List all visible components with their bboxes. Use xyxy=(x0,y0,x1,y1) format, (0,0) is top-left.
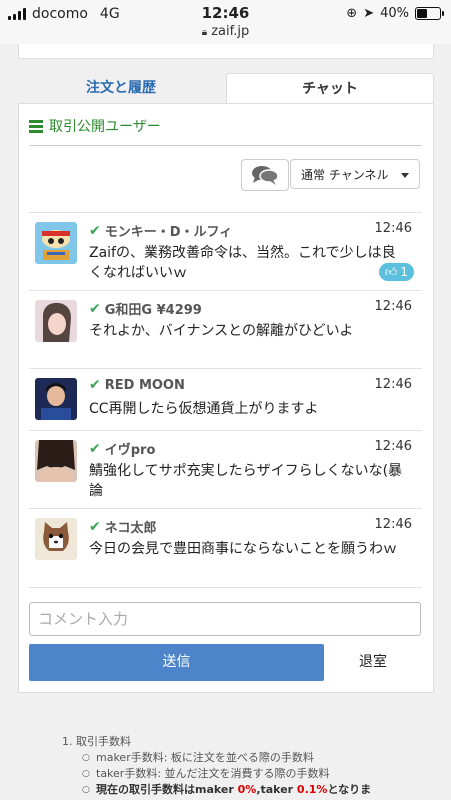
caret-down-icon xyxy=(401,173,409,178)
fee-heading: 1. 取引手数料 xyxy=(62,735,131,748)
avatar[interactable] xyxy=(35,378,77,420)
status-icons: ⊕ ➤ 40% xyxy=(346,6,444,21)
address-url: zaif.jp xyxy=(211,24,250,39)
message-author[interactable]: ✔ G和田G ¥4299 xyxy=(89,299,202,319)
check-icon: ✔ xyxy=(89,222,101,239)
check-icon: ✔ xyxy=(89,440,101,457)
maker-fee-note: maker手数料: 板に注文を並べる際の手数料 xyxy=(62,750,371,766)
message-text: それよか、バイナンスとの解離がひどいよ xyxy=(89,323,354,339)
divider xyxy=(29,145,422,146)
avatar[interactable] xyxy=(35,222,77,264)
message-time: 12:46 xyxy=(374,221,412,236)
author-name: RED MOON xyxy=(104,377,185,393)
fee-info: 1. 取引手数料 maker手数料: 板に注文を並べる際の手数料 taker手数… xyxy=(62,734,371,798)
battery-percent: 40% xyxy=(380,6,409,21)
message-author[interactable]: ✔ ネコ太郎 xyxy=(89,517,157,537)
send-button[interactable]: 送信 xyxy=(29,644,324,681)
maker-rate: 0% xyxy=(237,783,257,796)
public-users-link[interactable]: 取引公開ユーザー xyxy=(29,116,161,136)
author-name: ネコ太郎 xyxy=(104,521,157,536)
check-icon: ✔ xyxy=(89,300,101,317)
list-item: ✔ イヴpro 12:46 鯖強化してサポ充実したらザイフらしくないな(暴論 xyxy=(29,430,422,509)
check-icon: ✔ xyxy=(89,518,101,535)
avatar[interactable] xyxy=(35,518,77,560)
chat-panel: 取引公開ユーザー 通常 チャンネル ✔ モンキー・D・ルフィ 12:46 Zai… xyxy=(18,103,434,693)
author-name: G和田G ¥4299 xyxy=(104,303,202,318)
tab-bar: 注文と履歴 チャット xyxy=(18,73,434,104)
channel-select[interactable]: 通常 チャンネル xyxy=(290,159,420,189)
rotation-lock-icon: ⊕ xyxy=(346,6,358,21)
message-text: CC再開したら仮想通貨上がりますよ xyxy=(89,401,319,417)
author-name: モンキー・D・ルフィ xyxy=(104,225,233,240)
location-icon: ➤ xyxy=(363,6,375,21)
avatar[interactable] xyxy=(35,440,77,482)
fee-prefix: 現在の取引手数料はmaker xyxy=(96,783,238,796)
list-item: ✔ ネコ太郎 12:46 今日の会見で豊田商事にならないことを願うわｗ xyxy=(29,508,422,588)
current-fee-note: 現在の取引手数料はmaker 0%,taker 0.1%となりま xyxy=(62,782,371,798)
message-time: 12:46 xyxy=(374,517,412,532)
tab-orders-history[interactable]: 注文と履歴 xyxy=(18,73,224,103)
list-item: ✔ G和田G ¥4299 12:46 それよか、バイナンスとの解離がひどいよ xyxy=(29,290,422,369)
previous-panel-edge xyxy=(18,44,434,59)
comment-input[interactable] xyxy=(29,602,421,636)
message-text: Zaifの、業務改善命令は、当然。これで少しは良くなればいいｗ xyxy=(89,245,396,281)
author-name: イヴpro xyxy=(104,443,156,458)
address-bar[interactable]: 🔒︎ zaif.jp xyxy=(0,24,451,39)
message-text: 鯖強化してサポ充実したらザイフらしくないな(暴論 xyxy=(89,463,403,499)
chat-bubbles-icon xyxy=(252,166,279,185)
channel-selected: 通常 チャンネル xyxy=(301,168,389,182)
lock-icon: 🔒︎ xyxy=(201,27,208,38)
public-users-label: 取引公開ユーザー xyxy=(49,119,161,135)
battery-icon xyxy=(415,7,444,20)
message-author[interactable]: ✔ RED MOON xyxy=(89,377,185,393)
like-count: 1 xyxy=(400,265,408,279)
list-item: ✔ モンキー・D・ルフィ 12:46 Zaifの、業務改善命令は、当然。これで少し… xyxy=(29,212,422,291)
chat-bubble-button[interactable] xyxy=(241,159,289,191)
leave-button[interactable]: 退室 xyxy=(324,644,422,681)
check-icon: ✔ xyxy=(89,377,101,393)
message-text: 今日の会見で豊田商事にならないことを願うわｗ xyxy=(89,541,397,557)
tab-chat[interactable]: チャット xyxy=(226,73,434,104)
message-time: 12:46 xyxy=(374,439,412,454)
avatar[interactable] xyxy=(35,300,77,342)
message-time: 12:46 xyxy=(374,299,412,314)
list-icon xyxy=(29,119,43,133)
fee-suffix: となりま xyxy=(327,783,372,796)
message-time: 12:46 xyxy=(374,377,412,392)
message-author[interactable]: ✔ イヴpro xyxy=(89,439,156,459)
taker-fee-note: taker手数料: 並んだ注文を消費する際の手数料 xyxy=(62,766,371,782)
list-item: ✔ RED MOON 12:46 CC再開したら仮想通貨上がりますよ xyxy=(29,368,422,431)
message-author[interactable]: ✔ モンキー・D・ルフィ xyxy=(89,221,233,241)
like-button[interactable]: 👍︎ 1 xyxy=(378,263,414,281)
taker-rate: 0.1% xyxy=(296,783,328,796)
fee-mid: ,taker xyxy=(256,783,297,796)
status-bar: docomo 4G 12:46 🔒︎ zaif.jp ⊕ ➤ 40% xyxy=(0,0,451,44)
thumbs-up-icon: 👍︎ xyxy=(384,265,398,279)
